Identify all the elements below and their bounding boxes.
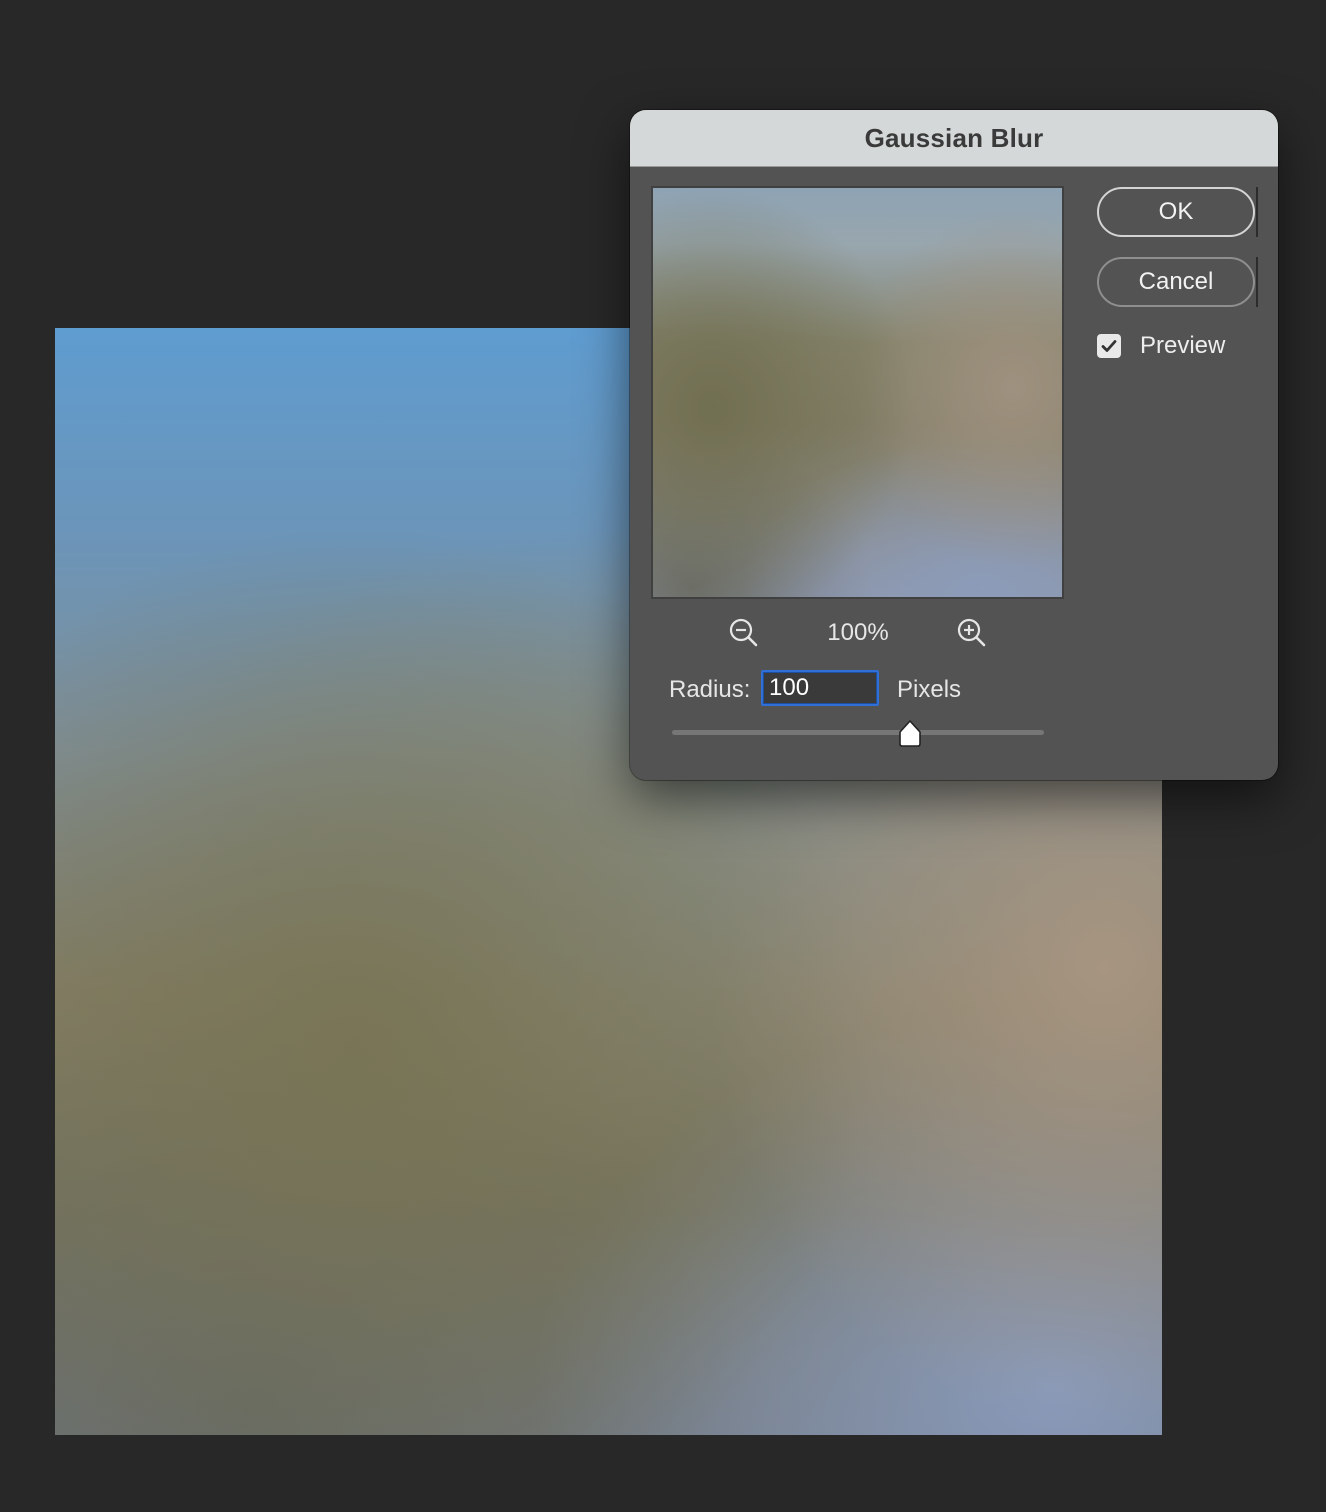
zoom-level: 100% <box>827 619 889 646</box>
ok-button-edge <box>1256 187 1258 237</box>
dialog-title: Gaussian Blur <box>864 122 1044 153</box>
radius-input[interactable] <box>761 670 879 706</box>
radius-unit-label: Pixels <box>897 676 962 703</box>
workspace: Gaussian Blur 100% Radius: 100 Pixels OK… <box>0 0 1326 1512</box>
preview-option: Preview <box>1097 332 1225 360</box>
ok-button[interactable]: OK <box>1097 187 1255 237</box>
zoom-out-icon[interactable] <box>727 616 761 650</box>
radius-row: Radius: Pixels <box>669 670 1069 708</box>
zoom-controls: 100% <box>651 610 1064 656</box>
checkmark-icon <box>1101 340 1117 352</box>
cancel-button[interactable]: Cancel <box>1097 257 1255 307</box>
preview-label[interactable]: Preview <box>1140 332 1225 360</box>
cancel-button-edge <box>1256 257 1258 307</box>
dialog-titlebar[interactable]: Gaussian Blur <box>630 110 1278 167</box>
radius-label: Radius: <box>669 676 751 703</box>
zoom-in-icon[interactable] <box>955 616 989 650</box>
preview-thumbnail[interactable] <box>651 186 1064 599</box>
slider-thumb-icon[interactable] <box>897 718 923 748</box>
radius-slider[interactable] <box>672 720 1044 747</box>
gaussian-blur-dialog: Gaussian Blur 100% Radius: 100 Pixels OK… <box>630 110 1278 780</box>
preview-checkbox[interactable] <box>1097 334 1121 358</box>
